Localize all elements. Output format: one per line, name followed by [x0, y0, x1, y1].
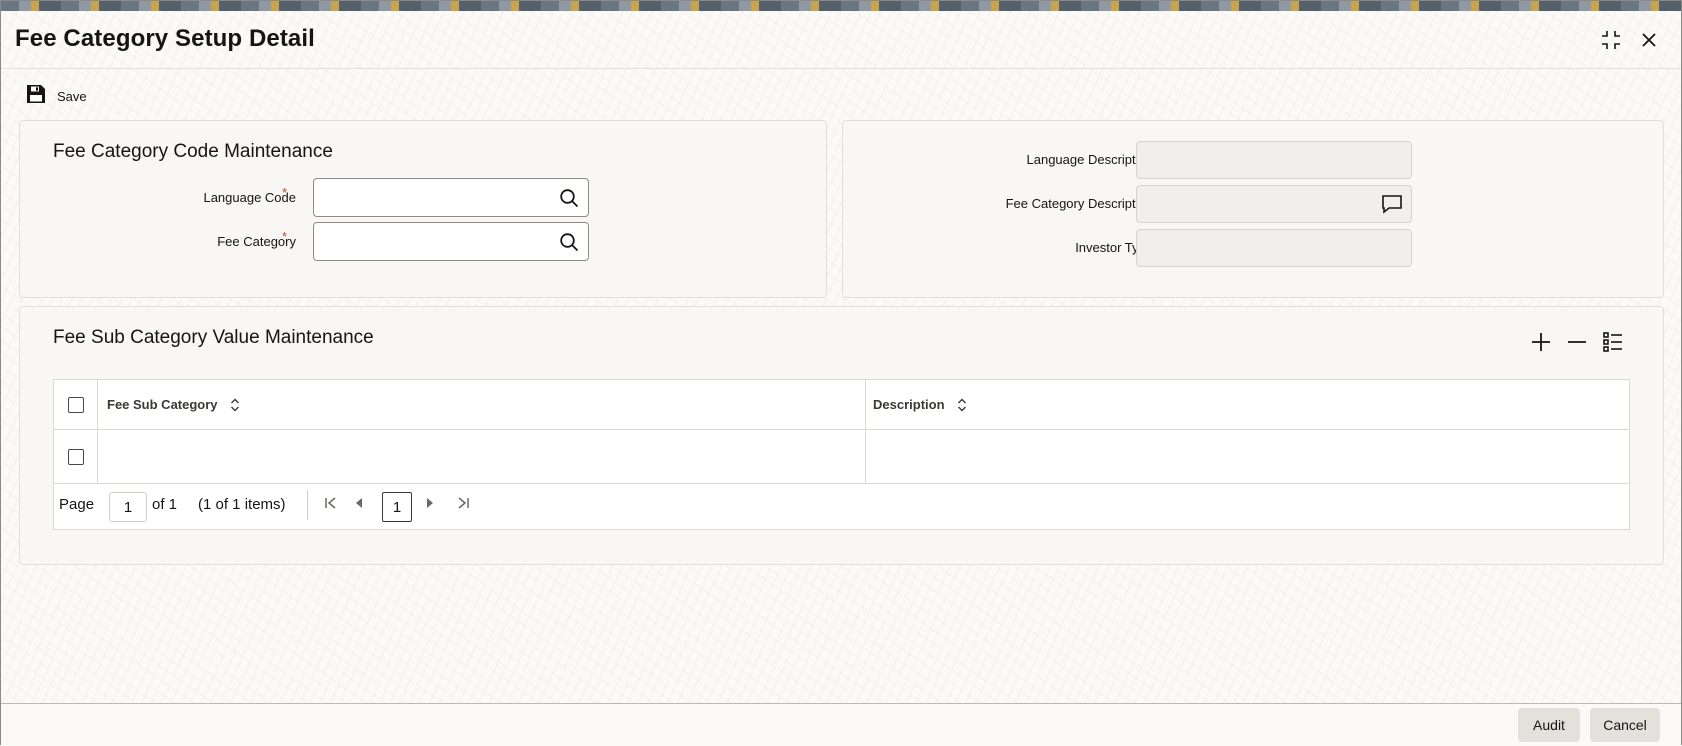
sub-category-title: Fee Sub Category Value Maintenance: [53, 327, 374, 348]
pager-divider: [307, 490, 308, 520]
language-code-field[interactable]: [313, 178, 589, 217]
grid-header-row: Fee Sub Category Description: [54, 380, 1629, 430]
toolbar: Save: [1, 79, 1681, 113]
investor-type-label: Investor Type: [1075, 240, 1153, 255]
column-header-description-label: Description: [873, 397, 945, 412]
last-page-button[interactable]: [453, 494, 473, 516]
floppy-disk-icon: [25, 83, 47, 110]
last-page-icon: [455, 495, 471, 515]
pager-of-text: of 1: [152, 496, 178, 513]
maximize-icon: [1600, 29, 1622, 51]
search-icon[interactable]: [558, 231, 580, 253]
close-icon: [1640, 31, 1658, 49]
cancel-button[interactable]: Cancel: [1590, 708, 1660, 742]
column-divider: [97, 380, 98, 484]
pager-items-text: (1 of 1 items): [198, 496, 286, 513]
fee-category-field[interactable]: [313, 222, 589, 261]
save-button[interactable]: Save: [25, 83, 87, 109]
previous-page-icon: [353, 496, 365, 514]
header-banner-strip: [1, 1, 1681, 11]
comment-icon[interactable]: [1381, 193, 1403, 215]
column-header-fee-sub-category[interactable]: Fee Sub Category: [107, 397, 240, 412]
column-divider: [865, 380, 866, 484]
search-icon[interactable]: [558, 187, 580, 209]
column-header-description[interactable]: Description: [873, 397, 967, 412]
language-code-required-mark: *: [282, 185, 288, 200]
pagination-bar: Page 1 of 1 (1 of 1 items) 1: [54, 484, 1629, 526]
row-checkbox[interactable]: [68, 449, 84, 465]
sub-category-grid: Fee Sub Category Description Page 1 of 1…: [53, 379, 1630, 530]
fee-category-description-field: [1136, 185, 1412, 223]
table-row[interactable]: [54, 430, 1629, 484]
fee-category-input[interactable]: [314, 223, 588, 260]
investor-type-field: [1136, 229, 1412, 267]
fee-category-description-label: Fee Category Description: [1005, 196, 1153, 211]
plus-icon: [1530, 331, 1552, 358]
single-record-view-button[interactable]: [1600, 331, 1626, 357]
grid-toolbar: [1528, 331, 1626, 357]
pager-page-input[interactable]: 1: [109, 492, 147, 522]
sort-icon: [230, 398, 240, 412]
minus-icon: [1566, 331, 1588, 358]
fee-category-required-mark: *: [282, 229, 288, 244]
delete-row-button[interactable]: [1564, 331, 1590, 357]
descriptions-panel: Language Description Fee Category Descri…: [842, 120, 1664, 298]
sub-category-panel: Fee Sub Category Value Maintenance Fee S…: [19, 306, 1664, 565]
previous-page-button[interactable]: [349, 494, 369, 516]
pager-page-label: Page: [59, 496, 95, 513]
column-header-fee-sub-category-label: Fee Sub Category: [107, 397, 218, 412]
next-page-button[interactable]: [420, 494, 440, 516]
list-settings-icon: [1602, 331, 1624, 358]
page-1-button[interactable]: 1: [382, 492, 412, 522]
language-code-label: Language Code: [203, 190, 296, 205]
audit-button[interactable]: Audit: [1518, 708, 1580, 742]
fee-category-label: Fee Category: [217, 234, 296, 249]
close-button[interactable]: [1636, 27, 1662, 53]
language-description-label: Language Description: [1026, 152, 1153, 167]
add-row-button[interactable]: [1528, 331, 1554, 357]
footer-bar: Audit Cancel: [1, 703, 1681, 746]
select-all-checkbox[interactable]: [68, 397, 84, 413]
code-maintenance-panel: Fee Category Code Maintenance Language C…: [19, 120, 827, 298]
page-title: Fee Category Setup Detail: [15, 25, 315, 52]
app-window: Fee Category Setup Detail Save Fee Categ…: [0, 0, 1682, 746]
language-description-field: [1136, 141, 1412, 179]
maximize-button[interactable]: [1598, 27, 1624, 53]
title-bar: Fee Category Setup Detail: [1, 11, 1681, 69]
language-code-input[interactable]: [314, 179, 588, 216]
code-maintenance-title: Fee Category Code Maintenance: [53, 141, 333, 162]
first-page-icon: [323, 495, 339, 515]
first-page-button[interactable]: [321, 494, 341, 516]
next-page-icon: [424, 496, 436, 514]
save-button-label: Save: [57, 88, 87, 104]
sort-icon: [957, 398, 967, 412]
